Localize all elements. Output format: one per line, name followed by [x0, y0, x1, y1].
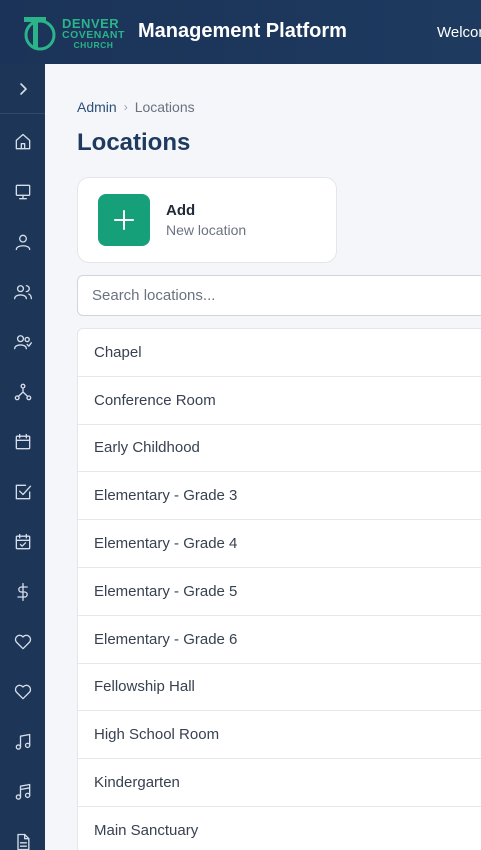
locations-list: Chapel Conference Room Early Childhood Elem… [77, 328, 481, 850]
top-bar: DENVER COVENANT CHURCH Management Platfo… [0, 0, 481, 64]
checkbox-icon [15, 484, 31, 500]
breadcrumb-current: Locations [134, 99, 195, 115]
document-icon [16, 833, 30, 850]
list-item[interactable]: Fellowship Hall [78, 664, 481, 712]
sidebar-item-documents[interactable] [0, 825, 45, 850]
add-location-button[interactable]: Add New location [77, 177, 337, 263]
sidebar-item-person[interactable] [0, 225, 45, 259]
logo-mark-icon [20, 13, 60, 53]
plus-icon [98, 194, 150, 246]
sidebar-item-music[interactable] [0, 725, 45, 759]
users-icon [13, 285, 32, 300]
page-title: Locations [77, 129, 191, 156]
sidebar-item-network[interactable] [0, 375, 45, 409]
sidebar [0, 64, 45, 850]
sidebar-item-groups[interactable] [0, 325, 45, 359]
add-card-subtitle: New location [166, 222, 247, 238]
breadcrumb: Admin › Locations [77, 99, 195, 115]
user-group-icon [13, 335, 32, 350]
list-item[interactable]: Chapel [78, 329, 481, 377]
list-item[interactable]: Elementary - Grade 3 [78, 472, 481, 521]
list-item[interactable]: Kindergarten [78, 759, 481, 807]
chevron-right-icon [19, 82, 27, 95]
breadcrumb-separator: › [123, 100, 128, 114]
search-input[interactable] [77, 275, 481, 316]
user-icon [15, 234, 30, 251]
sidebar-item-people[interactable] [0, 275, 45, 309]
monitor-icon [15, 184, 30, 200]
sidebar-item-events[interactable] [0, 525, 45, 559]
welcome-text: Welcome [437, 24, 481, 41]
music-icon [15, 733, 30, 750]
list-item[interactable]: Early Childhood [78, 425, 481, 473]
calendar-check-icon [15, 533, 30, 550]
sidebar-item-finance[interactable] [0, 575, 45, 609]
church-logo[interactable]: DENVER COVENANT CHURCH [20, 13, 125, 53]
list-item[interactable]: Elementary - Grade 4 [78, 520, 481, 568]
dollar-icon [16, 583, 28, 601]
list-item[interactable]: High School Room [78, 711, 481, 760]
sidebar-item-care[interactable] [0, 675, 45, 709]
add-card-title: Add [166, 202, 196, 219]
network-icon [14, 383, 31, 401]
music-notes-icon [15, 783, 30, 800]
list-item[interactable]: Elementary - Grade 6 [78, 616, 481, 664]
heart-outline-icon [14, 684, 31, 700]
breadcrumb-admin-link[interactable]: Admin [77, 99, 117, 115]
sidebar-item-worship[interactable] [0, 775, 45, 809]
sidebar-item-home[interactable] [0, 125, 45, 159]
sidebar-item-giving[interactable] [0, 625, 45, 659]
app-title: Management Platform [138, 20, 347, 42]
sidebar-item-tasks[interactable] [0, 475, 45, 509]
logo-line-2: COVENANT [62, 29, 125, 41]
heart-icon [14, 634, 31, 650]
sidebar-toggle-button[interactable] [0, 64, 45, 114]
logo-line-3: CHURCH [73, 39, 114, 50]
sidebar-item-display[interactable] [0, 175, 45, 209]
home-icon [15, 133, 30, 150]
list-item[interactable]: Elementary - Grade 5 [78, 568, 481, 616]
list-item[interactable]: Conference Room [78, 377, 481, 425]
sidebar-item-calendar[interactable] [0, 425, 45, 459]
main-content: Admin › Locations Locations Add New loca… [45, 64, 481, 850]
list-item[interactable]: Main Sanctuary [78, 807, 481, 850]
calendar-icon [15, 433, 30, 450]
